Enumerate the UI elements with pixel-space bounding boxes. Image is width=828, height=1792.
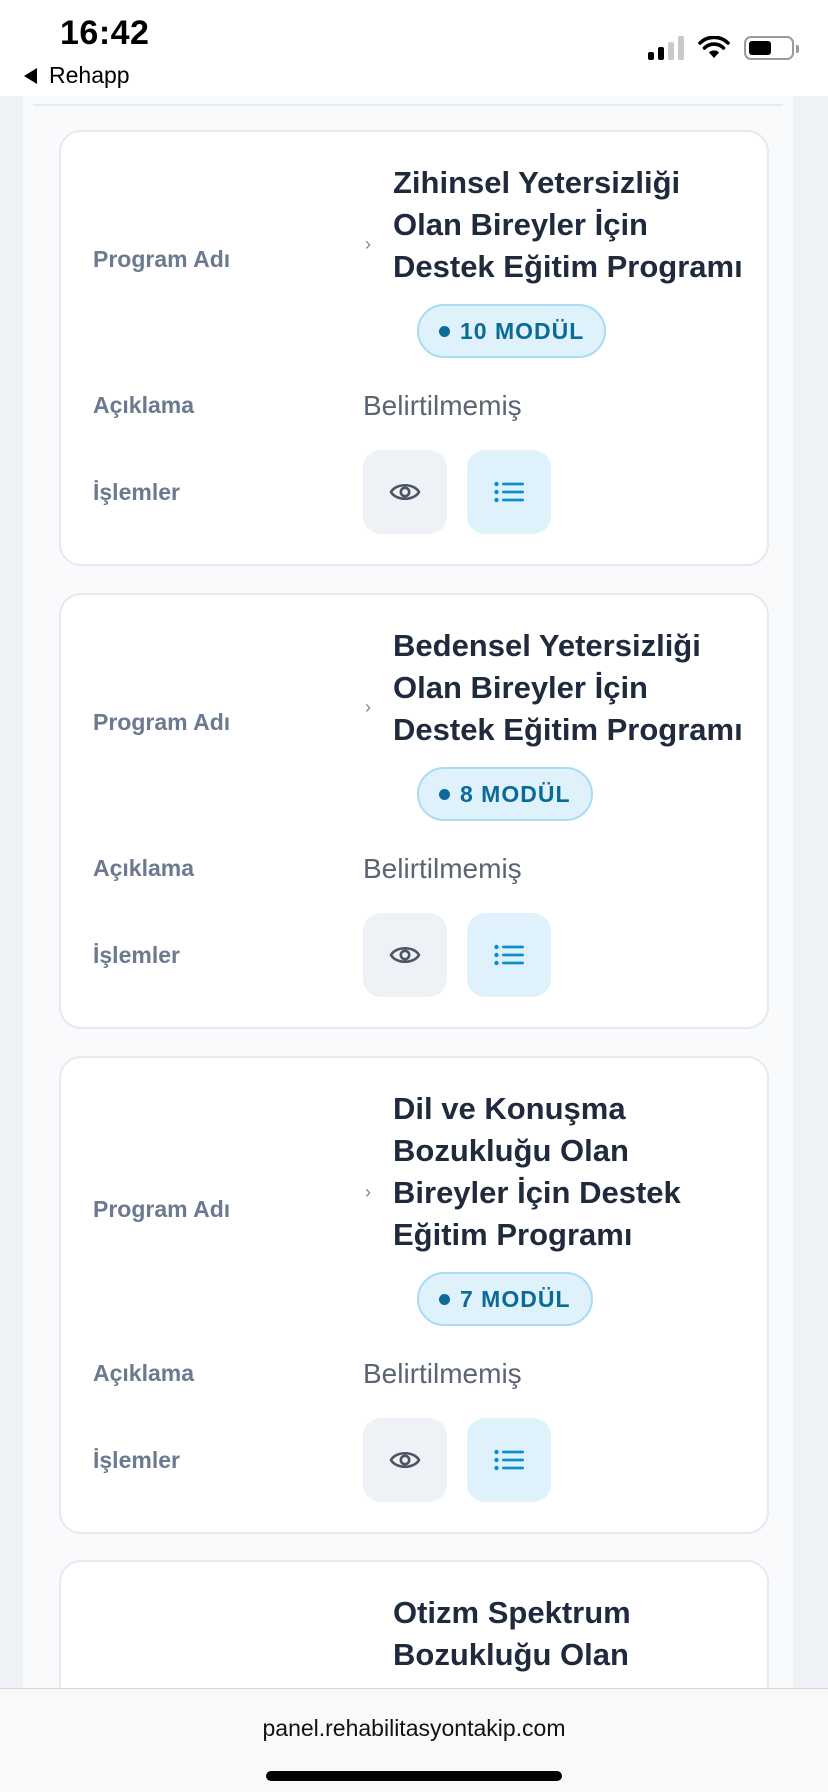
back-app-label: Rehapp <box>49 62 130 88</box>
program-card: Program Adı › Dil ve Konuşma Bozukluğu O… <box>59 1056 769 1534</box>
description-label: Açıklama <box>93 855 195 881</box>
program-title[interactable]: Otizm Spektrum Bozukluğu Olan <box>393 1592 757 1676</box>
badge-dot-icon <box>439 788 450 800</box>
program-name-label: Program Adı <box>93 1196 231 1222</box>
program-name-block: › Dil ve Konuşma Bozukluğu Olan Bireyler… <box>365 1088 757 1326</box>
page-content[interactable]: Program Adı › Zihinsel Yetersizliği Olan… <box>0 96 828 1688</box>
action-buttons <box>363 450 551 534</box>
description-value: Belirtilmemiş <box>363 390 522 421</box>
program-title[interactable]: Zihinsel Yetersizliği Olan Bireyler İçin… <box>393 162 757 288</box>
list-icon <box>494 944 524 966</box>
action-buttons <box>363 1418 551 1502</box>
program-card: Program Adı › Zihinsel Yetersizliği Olan… <box>59 130 769 566</box>
eye-icon <box>389 946 421 964</box>
program-list-panel: Program Adı › Zihinsel Yetersizliği Olan… <box>23 96 793 1688</box>
module-count: 10 MODÜL <box>460 317 585 344</box>
view-button[interactable] <box>363 1418 447 1502</box>
status-bar: 16:42 Rehapp <box>0 0 828 96</box>
browser-url-bar[interactable]: panel.rehabilitasyontakip.com <box>0 1688 828 1792</box>
module-count: 8 MODÜL <box>460 780 571 807</box>
signal-icon <box>648 36 684 60</box>
status-icons <box>648 36 799 60</box>
module-count-badge: 8 MODÜL <box>417 767 593 821</box>
battery-icon <box>744 36 799 60</box>
modules-list-button[interactable] <box>467 913 551 997</box>
back-triangle-icon <box>24 67 37 84</box>
description-value: Belirtilmemiş <box>363 1358 522 1389</box>
list-icon <box>494 481 524 503</box>
eye-icon <box>389 1451 421 1469</box>
back-to-app-button[interactable]: Rehapp <box>24 62 130 89</box>
list-icon <box>494 1449 524 1471</box>
url-text[interactable]: panel.rehabilitasyontakip.com <box>0 1715 828 1742</box>
module-count-badge: 7 MODÜL <box>417 1272 593 1326</box>
program-name-label: Program Adı <box>93 246 231 272</box>
program-title[interactable]: Dil ve Konuşma Bozukluğu Olan Bireyler İ… <box>393 1088 757 1256</box>
wifi-icon <box>698 36 730 58</box>
module-count-badge: 10 MODÜL <box>417 304 607 358</box>
home-indicator[interactable] <box>266 1771 562 1781</box>
badge-dot-icon <box>439 325 450 337</box>
program-name-block: › Zihinsel Yetersizliği Olan Bireyler İç… <box>365 162 757 358</box>
description-label: Açıklama <box>93 392 195 418</box>
description-value: Belirtilmemiş <box>363 853 522 884</box>
program-card: Program Adı › Bedensel Yetersizliği Olan… <box>59 593 769 1029</box>
modules-list-button[interactable] <box>467 1418 551 1502</box>
modules-list-button[interactable] <box>467 450 551 534</box>
status-time: 16:42 <box>60 14 150 52</box>
actions-label: İşlemler <box>93 1447 180 1473</box>
chevron-right-icon: › <box>365 1182 371 1202</box>
actions-label: İşlemler <box>93 479 180 505</box>
program-name-block: › Bedensel Yetersizliği Olan Bireyler İç… <box>365 625 757 821</box>
description-label: Açıklama <box>93 1360 195 1386</box>
action-buttons <box>363 913 551 997</box>
program-name-label: Program Adı <box>93 709 231 735</box>
program-card: › Otizm Spektrum Bozukluğu Olan <box>59 1560 769 1688</box>
badge-dot-icon <box>439 1293 450 1305</box>
actions-label: İşlemler <box>93 942 180 968</box>
chevron-right-icon: › <box>365 234 371 254</box>
program-name-block: › Otizm Spektrum Bozukluğu Olan <box>365 1592 757 1688</box>
eye-icon <box>389 483 421 501</box>
program-title[interactable]: Bedensel Yetersizliği Olan Bireyler İçin… <box>393 625 757 751</box>
module-count: 7 MODÜL <box>460 1285 571 1312</box>
view-button[interactable] <box>363 913 447 997</box>
chevron-right-icon: › <box>365 697 371 717</box>
view-button[interactable] <box>363 450 447 534</box>
